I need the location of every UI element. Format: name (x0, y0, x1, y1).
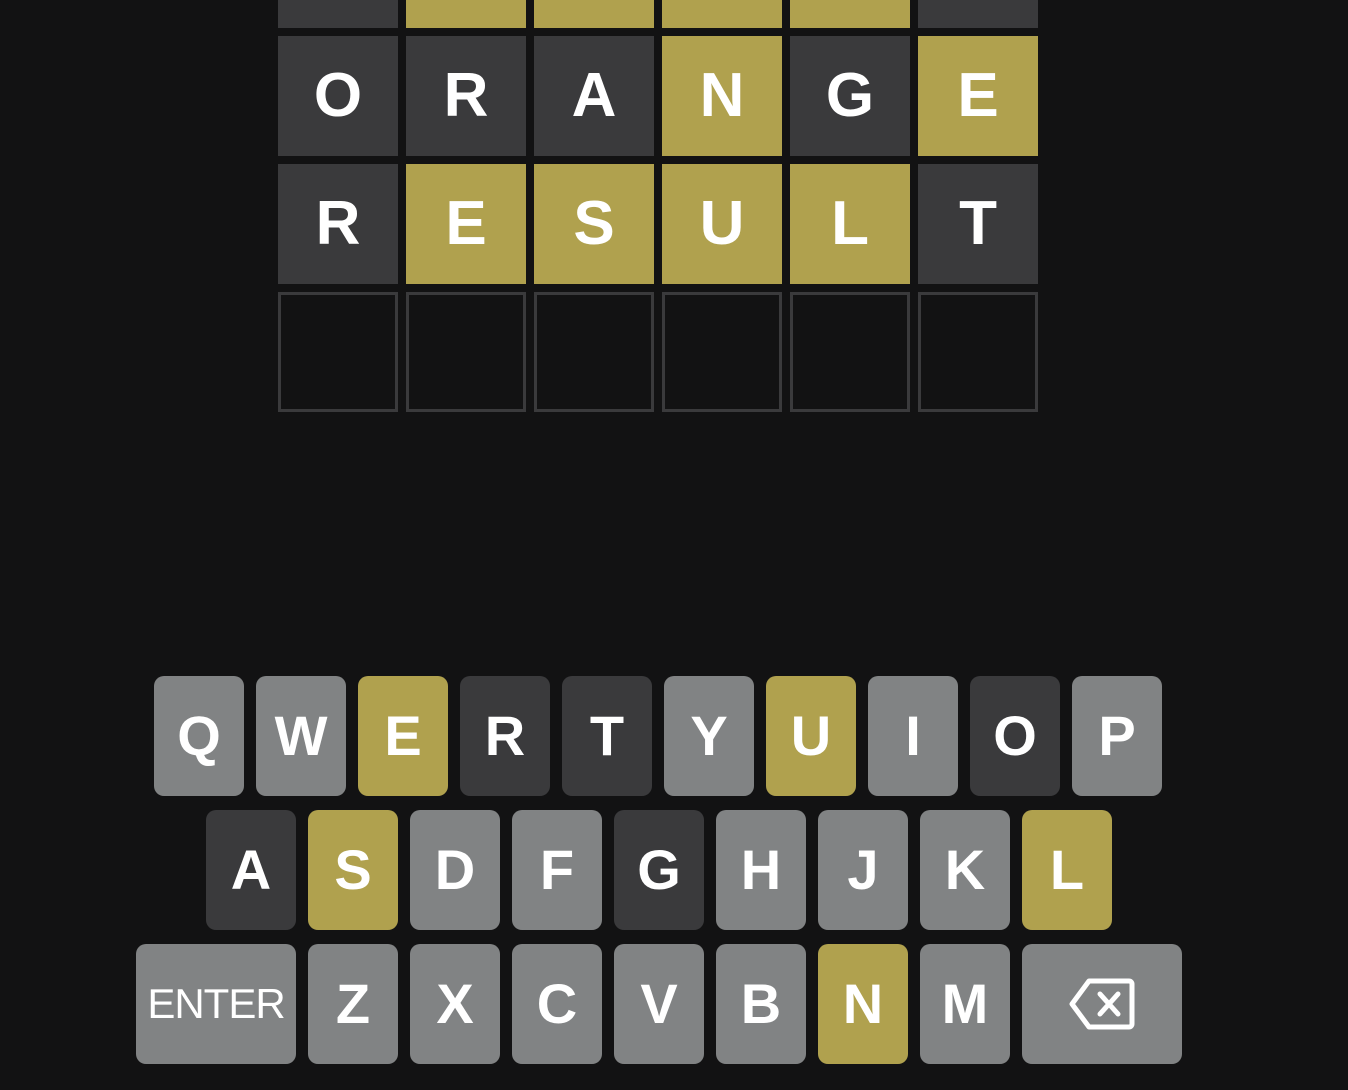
tile-present: E (406, 164, 526, 284)
key-k[interactable]: K (920, 810, 1010, 930)
key-o[interactable]: O (970, 676, 1060, 796)
tile-empty (278, 292, 398, 412)
key-p[interactable]: P (1072, 676, 1162, 796)
tile-absent (918, 0, 1038, 28)
key-t[interactable]: T (562, 676, 652, 796)
tile-absent: R (406, 36, 526, 156)
tile-empty (662, 292, 782, 412)
board-row-partial-row (278, 0, 1038, 28)
tile-present: U (662, 164, 782, 284)
key-v[interactable]: V (614, 944, 704, 1064)
key-d[interactable]: D (410, 810, 500, 930)
key-g[interactable]: G (614, 810, 704, 930)
tile-present (534, 0, 654, 28)
board-row-guess-orange: ORANGE (278, 36, 1038, 156)
tile-present (406, 0, 526, 28)
tile-empty (918, 292, 1038, 412)
key-b[interactable]: B (716, 944, 806, 1064)
key-e[interactable]: E (358, 676, 448, 796)
tile-present (662, 0, 782, 28)
tile-empty (790, 292, 910, 412)
tile-present: L (790, 164, 910, 284)
tile-empty (534, 292, 654, 412)
key-x[interactable]: X (410, 944, 500, 1064)
key-n[interactable]: N (818, 944, 908, 1064)
tile-absent (278, 0, 398, 28)
backspace-key[interactable] (1022, 944, 1182, 1064)
enter-key[interactable]: ENTER (136, 944, 296, 1064)
tile-absent: T (918, 164, 1038, 284)
key-w[interactable]: W (256, 676, 346, 796)
key-f[interactable]: F (512, 810, 602, 930)
key-s[interactable]: S (308, 810, 398, 930)
key-q[interactable]: Q (154, 676, 244, 796)
backspace-icon (1069, 978, 1135, 1030)
key-j[interactable]: J (818, 810, 908, 930)
board-row-empty-row (278, 292, 1038, 412)
tile-absent: G (790, 36, 910, 156)
key-c[interactable]: C (512, 944, 602, 1064)
tile-present: N (662, 36, 782, 156)
tile-present: E (918, 36, 1038, 156)
tile-present (790, 0, 910, 28)
tile-present: S (534, 164, 654, 284)
tile-absent: O (278, 36, 398, 156)
tile-empty (406, 292, 526, 412)
key-u[interactable]: U (766, 676, 856, 796)
key-r[interactable]: R (460, 676, 550, 796)
key-a[interactable]: A (206, 810, 296, 930)
tile-absent: R (278, 164, 398, 284)
key-m[interactable]: M (920, 944, 1010, 1064)
key-h[interactable]: H (716, 810, 806, 930)
key-l[interactable]: L (1022, 810, 1112, 930)
key-i[interactable]: I (868, 676, 958, 796)
key-z[interactable]: Z (308, 944, 398, 1064)
tile-absent: A (534, 36, 654, 156)
key-y[interactable]: Y (664, 676, 754, 796)
board-row-guess-result: RESULT (278, 164, 1038, 284)
